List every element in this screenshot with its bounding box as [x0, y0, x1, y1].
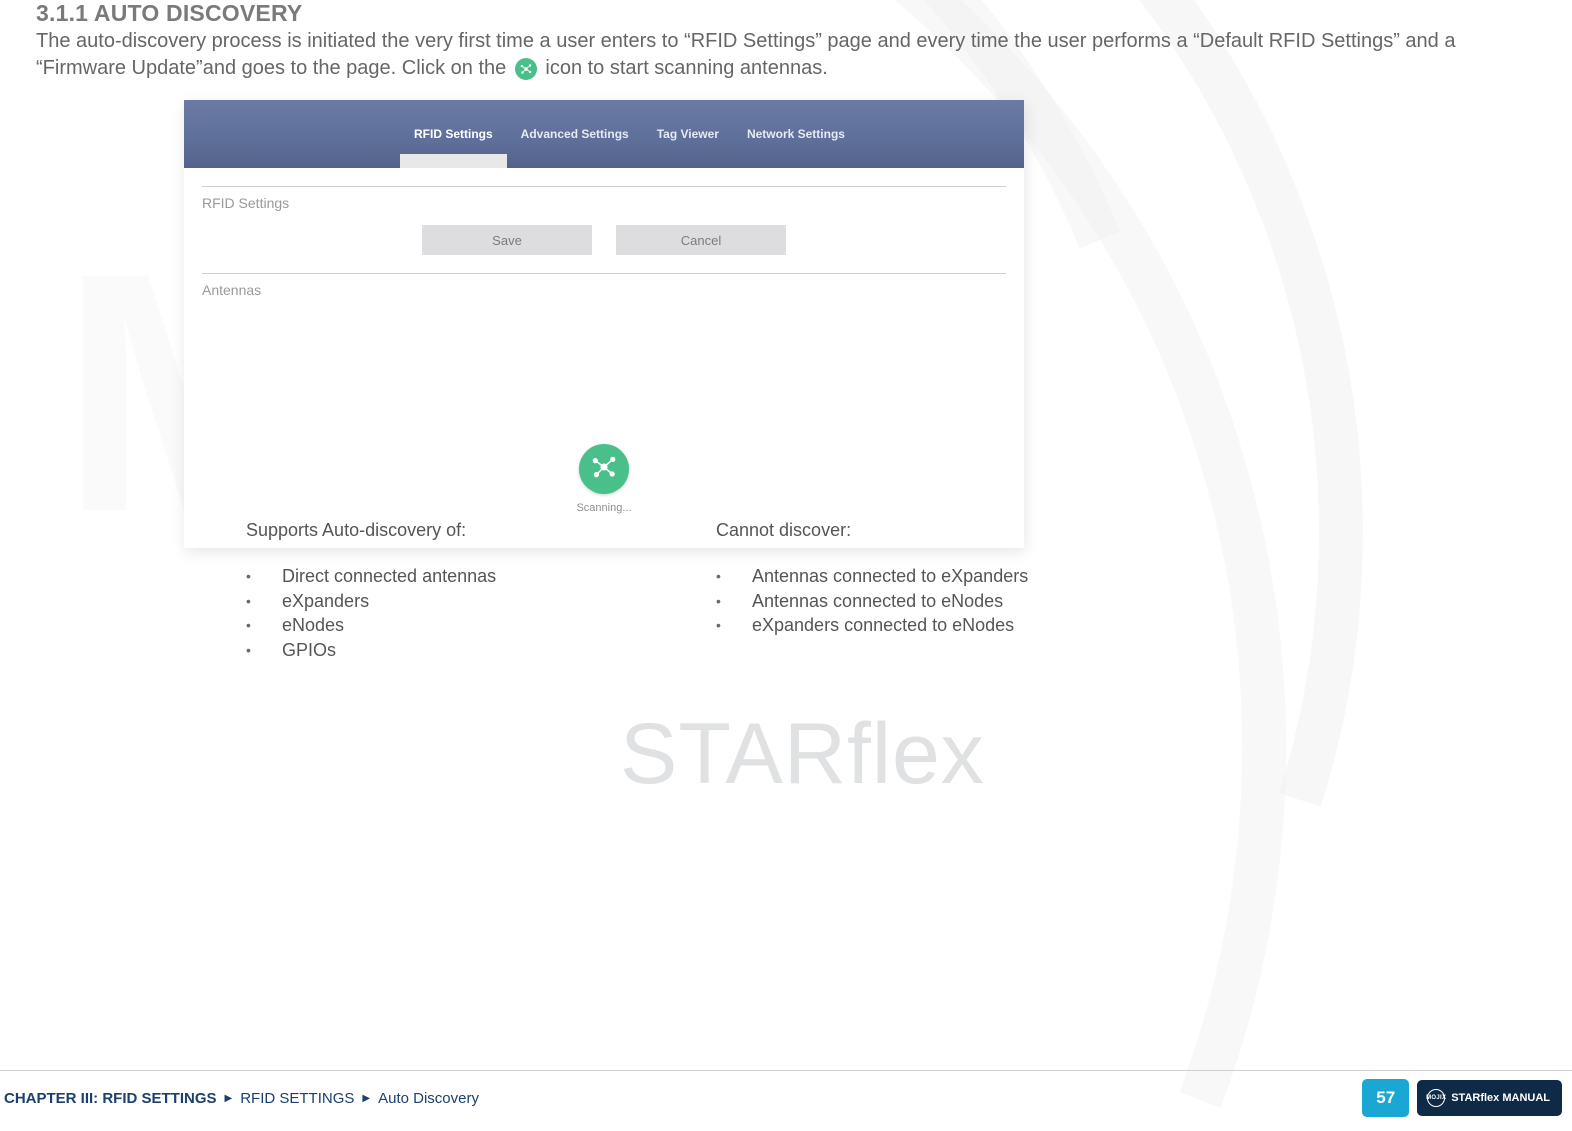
scanning-label: Scanning... [576, 502, 631, 514]
divider [202, 273, 1006, 274]
section-label-rfid: RFID Settings [202, 195, 1006, 211]
tab-advanced-settings[interactable]: Advanced Settings [507, 100, 643, 168]
tab-rfid-settings[interactable]: RFID Settings [400, 100, 507, 168]
list-item: eXpanders connected to eNodes [716, 614, 1076, 637]
watermark-text: STARflex [620, 705, 985, 804]
section-heading: 3.1.1 AUTO DISCOVERY [36, 0, 302, 27]
scan-network-icon [590, 453, 618, 486]
tab-tag-viewer[interactable]: Tag Viewer [643, 100, 733, 168]
embedded-screenshot: RFID Settings Advanced Settings Tag View… [184, 100, 1024, 548]
intro-paragraph: The auto-discovery process is initiated … [36, 28, 1456, 82]
supports-heading: Supports Auto-discovery of: [246, 520, 606, 541]
cancel-button[interactable]: Cancel [616, 225, 786, 255]
list-item: eXpanders [246, 590, 606, 613]
supports-column: Supports Auto-discovery of: Direct conne… [246, 520, 606, 663]
divider [202, 186, 1006, 187]
intro-text-b: icon to start scanning antennas. [545, 57, 827, 79]
list-item: Direct connected antennas [246, 565, 606, 588]
chevron-right-icon: ▶ [225, 1093, 233, 1104]
save-button[interactable]: Save [422, 225, 592, 255]
scan-button[interactable] [579, 444, 629, 494]
breadcrumb-page: Auto Discovery [378, 1090, 479, 1107]
footer: CHAPTER III: RFID SETTINGS ▶ RFID SETTIN… [0, 1079, 1572, 1117]
chevron-right-icon: ▶ [362, 1093, 370, 1104]
section-label-antennas: Antennas [202, 282, 1006, 298]
mojix-logo-icon: MOJIX [1427, 1089, 1445, 1107]
breadcrumb: CHAPTER III: RFID SETTINGS ▶ RFID SETTIN… [0, 1090, 479, 1107]
cannot-heading: Cannot discover: [716, 520, 1076, 541]
breadcrumb-chapter: CHAPTER III: RFID SETTINGS [4, 1090, 217, 1107]
list-item: GPIOs [246, 639, 606, 662]
list-item: Antennas connected to eXpanders [716, 565, 1076, 588]
cannot-column: Cannot discover: Antennas connected to e… [716, 520, 1076, 663]
breadcrumb-section: RFID SETTINGS [240, 1090, 354, 1107]
tab-network-settings[interactable]: Network Settings [733, 100, 859, 168]
footer-rule [0, 1070, 1572, 1071]
screenshot-tabbar: RFID Settings Advanced Settings Tag View… [184, 100, 1024, 168]
list-item: Antennas connected to eNodes [716, 590, 1076, 613]
list-item: eNodes [246, 614, 606, 637]
manual-badge: MOJIX STARflex MANUAL [1417, 1080, 1562, 1116]
scan-icon-inline [515, 58, 537, 80]
page-number-badge: 57 [1362, 1079, 1409, 1117]
manual-label: STARflex MANUAL [1451, 1092, 1550, 1104]
